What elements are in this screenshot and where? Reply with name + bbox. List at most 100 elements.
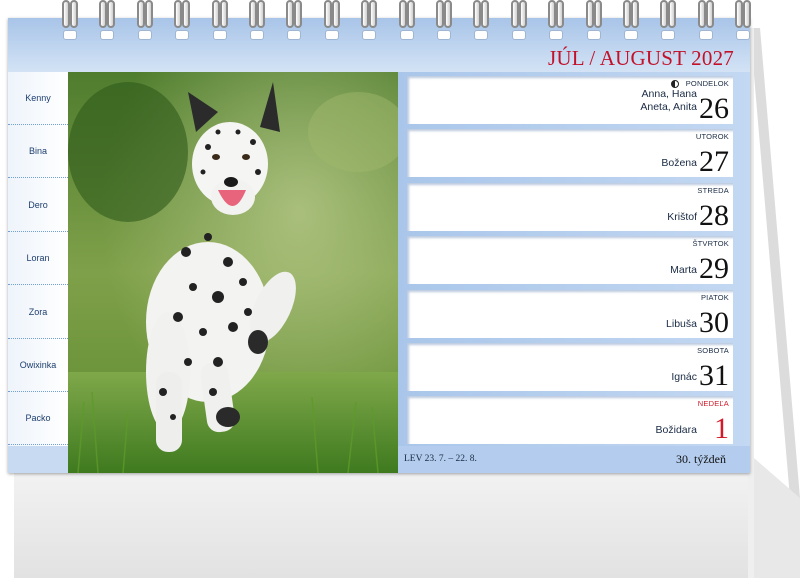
ring-hole	[624, 30, 638, 40]
spiral-ring	[548, 0, 557, 28]
spiral-ring	[593, 0, 602, 28]
nameday-name: Marta	[670, 264, 697, 277]
ring-hole	[511, 30, 526, 40]
day-of-week: UTOROK	[695, 132, 729, 142]
spiral-ring	[585, 0, 594, 28]
dalmatian-photo	[68, 72, 398, 473]
ring-hole	[437, 30, 451, 40]
day-of-week: SOBOTA	[697, 346, 729, 355]
day-number: 29	[699, 252, 729, 286]
spiral-ring	[107, 0, 116, 28]
ring-hole	[175, 30, 190, 40]
day-number: 30	[699, 305, 729, 339]
zodiac-label: LEV 23. 7. – 22. 8.	[404, 454, 477, 464]
ring-hole	[362, 30, 377, 40]
spiral-ring	[473, 0, 482, 28]
ring-hole	[661, 30, 676, 40]
ring-hole	[549, 30, 564, 40]
day-row: ŠTVRTOK 29 Marta	[407, 236, 733, 286]
spiral-ring	[510, 0, 519, 28]
spiral-ring	[406, 0, 415, 28]
spiral-ring	[369, 0, 378, 28]
spiral-ring	[257, 0, 265, 28]
day-of-week: PONDELOK	[685, 79, 729, 88]
moon-phase-icon	[671, 80, 679, 88]
nameday-name: Aneta, Anita	[640, 101, 697, 113]
ring-hole	[586, 30, 601, 40]
name-item: Zora	[8, 286, 68, 339]
day-number: 1	[714, 412, 729, 446]
spiral-ring	[623, 0, 631, 28]
spiral-ring	[631, 0, 639, 28]
spiral-ring	[286, 0, 295, 28]
day-number: 26	[699, 92, 729, 125]
spiral-ring	[219, 0, 228, 28]
spiral-ring	[323, 0, 332, 28]
day-row: PONDELOK 26 Anna, Hana Aneta, Anita	[407, 76, 733, 125]
spiral-ring	[174, 0, 183, 28]
spiral-ring	[697, 0, 706, 28]
ring-hole	[250, 30, 264, 40]
spiral-ring	[99, 0, 108, 28]
day-row: STREDA 28 Krištof	[407, 182, 733, 232]
spiral-ring	[436, 0, 444, 28]
day-of-week: STREDA	[697, 185, 729, 195]
spiral-ring	[668, 0, 677, 28]
nameday-name: Anna, Hana	[641, 88, 697, 100]
spiral-ring	[249, 0, 257, 28]
spiral-ring	[444, 0, 452, 28]
month-title: JÚL / AUGUST 2027	[547, 46, 734, 70]
nameday-name: Krištof	[667, 210, 697, 223]
nameday-name: Božidara	[655, 424, 697, 437]
spiral-ring	[556, 0, 565, 28]
week-label: 30. týždeň	[676, 452, 726, 466]
day-of-week: PIATOK	[700, 292, 729, 302]
spiral-ring	[660, 0, 669, 28]
ring-hole	[399, 30, 414, 40]
spiral-ring	[211, 0, 220, 28]
day-row: SOBOTA 31 Ignác	[407, 343, 733, 392]
nameday-name: Božena	[661, 157, 697, 170]
day-number: 28	[699, 198, 729, 232]
day-column: PONDELOK 26 Anna, Hana Aneta, Anita UTOROK 27…	[398, 72, 750, 473]
name-item: Dero	[8, 179, 68, 232]
name-item: Bina	[8, 125, 68, 179]
calendar-stand-base	[14, 472, 754, 578]
ring-hole	[137, 30, 152, 40]
day-of-week: NEDEĽA	[697, 399, 729, 409]
ring-hole	[212, 30, 227, 40]
ring-hole	[698, 30, 713, 40]
ring-hole	[287, 30, 302, 40]
ring-hole	[63, 30, 77, 40]
spiral-ring	[144, 0, 153, 28]
spiral-ring	[743, 0, 752, 28]
spiral-ring	[705, 0, 714, 28]
day-number: 27	[699, 145, 729, 179]
day-row: PIATOK 30 Libuša	[407, 289, 733, 339]
ring-hole	[324, 30, 339, 40]
name-item: Kenny	[8, 72, 68, 125]
spiral-ring	[136, 0, 145, 28]
spiral-ring	[182, 0, 191, 28]
ring-hole	[100, 30, 115, 40]
spiral-ring	[518, 0, 527, 28]
nameday-name: Ignác	[671, 371, 697, 383]
spiral-ring	[331, 0, 340, 28]
ring-hole	[474, 30, 489, 40]
name-item: Packo	[8, 392, 68, 446]
day-row: NEDEĽA 1 Božidara	[407, 396, 733, 446]
name-column: Kenny Bina Dero Loran Zora Owixinka Packo	[8, 72, 68, 446]
spiral-ring	[361, 0, 370, 28]
name-column-footer	[8, 446, 68, 473]
calendar-page: JÚL / AUGUST 2027 Kenny Bina Dero Loran Zora…	[8, 18, 750, 473]
name-item: Owixinka	[8, 339, 68, 392]
nameday-name: Libuša	[666, 317, 697, 330]
ring-hole	[736, 30, 751, 40]
spiral-ring	[735, 0, 744, 28]
spiral-ring	[70, 0, 78, 28]
day-number: 31	[699, 359, 729, 392]
name-item: Loran	[8, 232, 68, 286]
spiral-ring	[294, 0, 303, 28]
day-row: UTOROK 27 Božena	[407, 129, 733, 179]
spiral-ring	[62, 0, 70, 28]
